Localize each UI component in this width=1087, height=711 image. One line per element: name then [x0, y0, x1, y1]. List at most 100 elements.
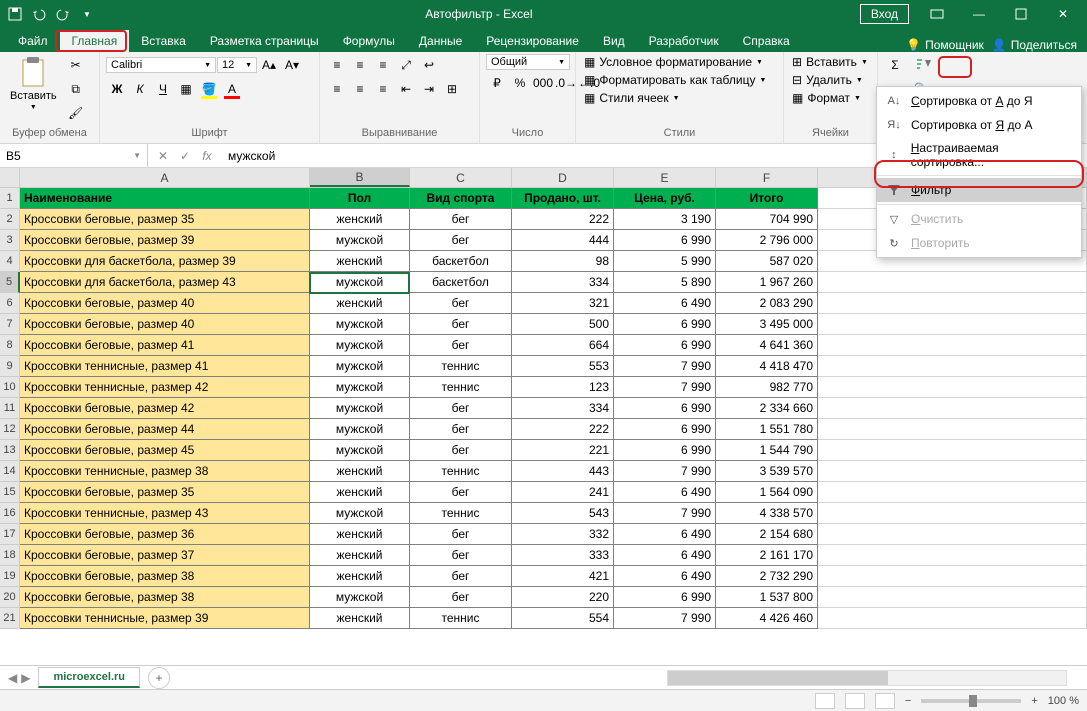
row-header[interactable]: 19	[0, 566, 20, 587]
sheet-tab[interactable]: microexcel.ru	[38, 667, 140, 688]
data-cell[interactable]: 6 490	[614, 524, 716, 545]
data-cell[interactable]: 7 990	[614, 356, 716, 377]
data-cell[interactable]: мужской	[310, 230, 410, 251]
data-cell[interactable]: 222	[512, 209, 614, 230]
data-cell[interactable]: 6 990	[614, 335, 716, 356]
insert-cells-button[interactable]: ⊞Вставить▼	[790, 54, 870, 70]
new-sheet-button[interactable]: +	[148, 667, 170, 689]
bold-icon[interactable]: Ж	[106, 78, 128, 100]
merge-icon[interactable]: ⊞	[441, 78, 463, 100]
data-cell[interactable]: 2 334 660	[716, 398, 818, 419]
data-cell[interactable]: 664	[512, 335, 614, 356]
name-box[interactable]: B5▼	[0, 144, 148, 167]
data-cell[interactable]: 222	[512, 419, 614, 440]
increase-indent-icon[interactable]: ⇥	[418, 78, 440, 100]
fx-icon[interactable]: fx	[196, 149, 218, 163]
data-cell[interactable]: Кроссовки беговые, размер 40	[20, 293, 310, 314]
data-cell[interactable]: Кроссовки беговые, размер 40	[20, 314, 310, 335]
zoom-in-icon[interactable]: +	[1031, 695, 1037, 707]
empty-cell[interactable]	[818, 566, 1087, 587]
data-cell[interactable]: 6 990	[614, 230, 716, 251]
sort-desc-item[interactable]: Я↓Сортировка от Я до А	[877, 113, 1081, 137]
data-cell[interactable]: 6 490	[614, 293, 716, 314]
currency-icon[interactable]: ₽	[486, 72, 508, 94]
paste-button[interactable]: Вставить ▼	[6, 54, 61, 113]
empty-cell[interactable]	[818, 293, 1087, 314]
empty-cell[interactable]	[818, 272, 1087, 293]
data-cell[interactable]: 1 967 260	[716, 272, 818, 293]
data-cell[interactable]: мужской	[310, 503, 410, 524]
conditional-format-button[interactable]: ▦Условное форматирование▼	[582, 54, 765, 70]
data-cell[interactable]: 241	[512, 482, 614, 503]
tab-home[interactable]: Главная	[60, 30, 130, 52]
data-cell[interactable]: 1 564 090	[716, 482, 818, 503]
zoom-out-icon[interactable]: −	[905, 695, 911, 707]
decrease-indent-icon[interactable]: ⇤	[395, 78, 417, 100]
empty-cell[interactable]	[818, 461, 1087, 482]
tab-file[interactable]: Файл	[6, 30, 60, 52]
data-cell[interactable]: 221	[512, 440, 614, 461]
row-header[interactable]: 1	[0, 188, 20, 209]
data-cell[interactable]: Кроссовки теннисные, размер 38	[20, 461, 310, 482]
data-cell[interactable]: женский	[310, 608, 410, 629]
data-cell[interactable]: теннис	[410, 356, 512, 377]
data-cell[interactable]: мужской	[310, 356, 410, 377]
data-cell[interactable]: мужской	[310, 419, 410, 440]
copy-icon[interactable]: ⧉	[65, 78, 87, 100]
data-cell[interactable]: женский	[310, 209, 410, 230]
data-cell[interactable]: 1 537 800	[716, 587, 818, 608]
enter-formula-icon[interactable]: ✓	[174, 149, 196, 163]
data-cell[interactable]: баскетбол	[410, 251, 512, 272]
empty-cell[interactable]	[818, 482, 1087, 503]
data-cell[interactable]: Кроссовки беговые, размер 37	[20, 545, 310, 566]
underline-icon[interactable]: Ч	[152, 78, 174, 100]
data-cell[interactable]: мужской	[310, 398, 410, 419]
data-cell[interactable]: Кроссовки беговые, размер 35	[20, 482, 310, 503]
data-cell[interactable]: женский	[310, 293, 410, 314]
empty-cell[interactable]	[818, 503, 1087, 524]
row-header[interactable]: 12	[0, 419, 20, 440]
tab-developer[interactable]: Разработчик	[637, 30, 731, 52]
align-left-icon[interactable]: ≡	[326, 78, 348, 100]
data-cell[interactable]: 444	[512, 230, 614, 251]
data-cell[interactable]: 98	[512, 251, 614, 272]
row-header[interactable]: 2	[0, 209, 20, 230]
sort-asc-item[interactable]: A↓Сортировка от А до Я	[877, 89, 1081, 113]
data-cell[interactable]: 6 490	[614, 545, 716, 566]
cut-icon[interactable]: ✂	[65, 54, 87, 76]
empty-cell[interactable]	[818, 440, 1087, 461]
data-cell[interactable]: Кроссовки для баскетбола, размер 39	[20, 251, 310, 272]
col-header-A[interactable]: A	[20, 168, 310, 187]
ribbon-display-icon[interactable]	[917, 2, 957, 26]
zoom-slider[interactable]	[921, 699, 1021, 703]
data-cell[interactable]: 6 990	[614, 419, 716, 440]
header-cell[interactable]: Цена, руб.	[614, 188, 716, 209]
tab-page-layout[interactable]: Разметка страницы	[198, 30, 331, 52]
data-cell[interactable]: Кроссовки беговые, размер 38	[20, 587, 310, 608]
data-cell[interactable]: бег	[410, 209, 512, 230]
row-header[interactable]: 18	[0, 545, 20, 566]
data-cell[interactable]: Кроссовки беговые, размер 35	[20, 209, 310, 230]
increase-font-icon[interactable]: A▴	[258, 54, 280, 76]
data-cell[interactable]: женский	[310, 524, 410, 545]
header-cell[interactable]: Наименование	[20, 188, 310, 209]
tab-insert[interactable]: Вставка	[129, 30, 198, 52]
data-cell[interactable]: Кроссовки теннисные, размер 43	[20, 503, 310, 524]
maximize-icon[interactable]	[1001, 2, 1041, 26]
empty-cell[interactable]	[818, 377, 1087, 398]
sort-filter-button[interactable]	[910, 54, 938, 76]
undo-icon[interactable]	[28, 3, 50, 25]
percent-icon[interactable]: %	[509, 72, 531, 94]
data-cell[interactable]: 500	[512, 314, 614, 335]
data-cell[interactable]: бег	[410, 566, 512, 587]
data-cell[interactable]: 220	[512, 587, 614, 608]
tab-data[interactable]: Данные	[407, 30, 474, 52]
row-header[interactable]: 21	[0, 608, 20, 629]
data-cell[interactable]: Кроссовки теннисные, размер 41	[20, 356, 310, 377]
data-cell[interactable]: 587 020	[716, 251, 818, 272]
header-cell[interactable]: Пол	[310, 188, 410, 209]
select-all-corner[interactable]	[0, 168, 20, 187]
increase-decimal-icon[interactable]: .0→	[555, 72, 577, 94]
font-size-combo[interactable]: 12▼	[217, 57, 257, 73]
data-cell[interactable]: Кроссовки беговые, размер 41	[20, 335, 310, 356]
